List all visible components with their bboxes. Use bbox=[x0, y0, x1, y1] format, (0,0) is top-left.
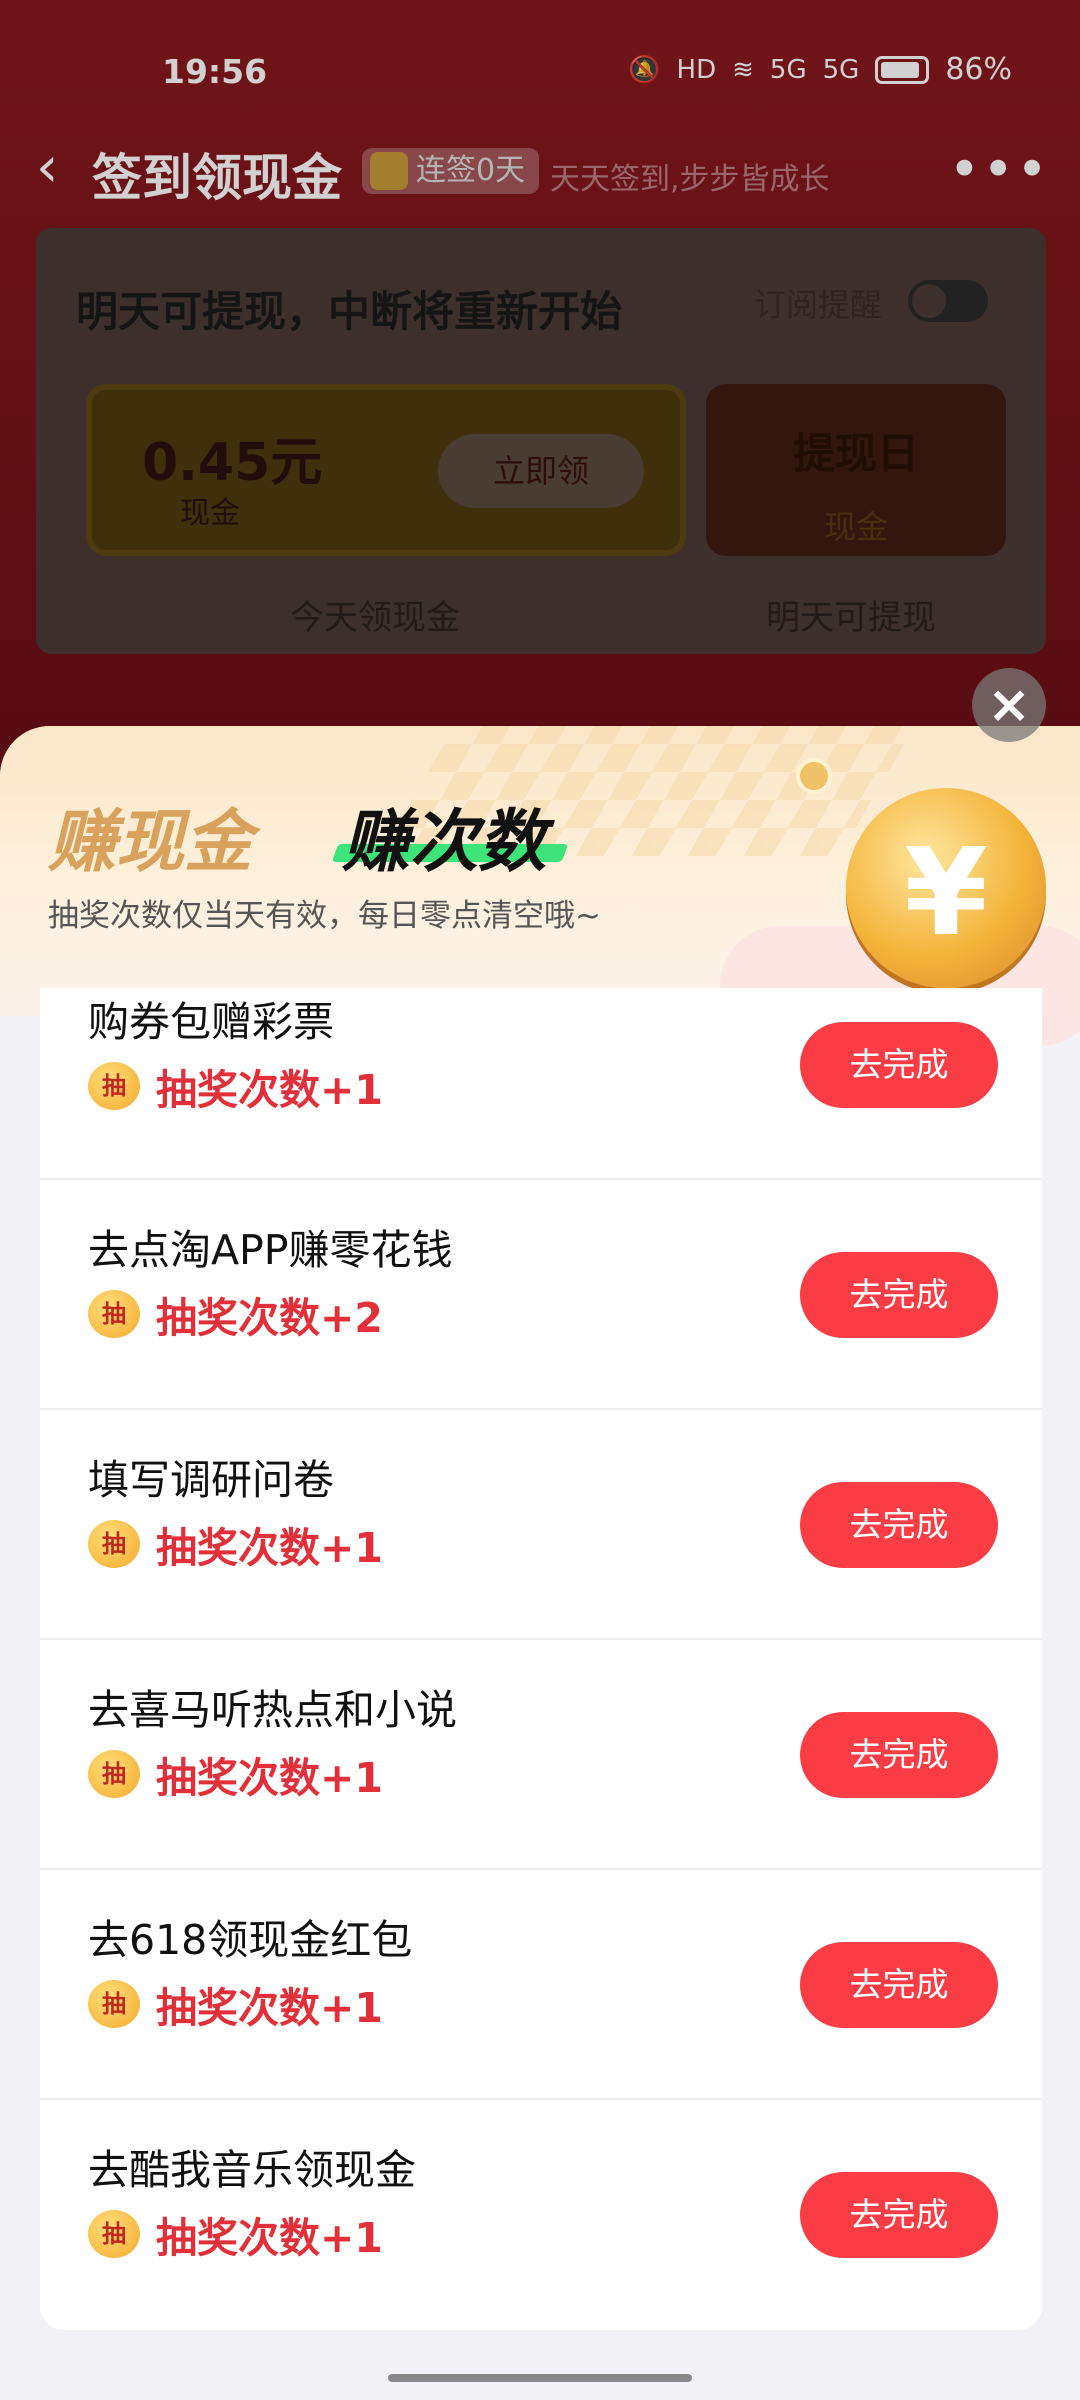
small-coin-icon bbox=[796, 758, 832, 794]
tab-earn-cash[interactable]: 赚现金 bbox=[48, 786, 252, 885]
reward: 抽 抽奖次数+2 bbox=[88, 1288, 383, 1342]
home-indicator[interactable] bbox=[388, 2374, 692, 2382]
task-title: 填写调研问卷 bbox=[88, 1456, 334, 1504]
lottery-icon: 抽 bbox=[88, 1290, 140, 1338]
list-item: 去618领现金红包 抽 抽奖次数+1 去完成 bbox=[40, 1870, 1042, 2100]
list-item: 去点淘APP赚零花钱 抽 抽奖次数+2 去完成 bbox=[40, 1180, 1042, 1410]
reward-text: 抽奖次数+1 bbox=[156, 1066, 383, 1114]
task-list: 购券包赠彩票 抽 抽奖次数+1 去完成 去点淘APP赚零花钱 抽 抽奖次数+2 … bbox=[40, 988, 1042, 2330]
list-item: 去酷我音乐领现金 抽 抽奖次数+1 去完成 bbox=[40, 2100, 1042, 2330]
yuan-symbol: ¥ bbox=[904, 824, 988, 963]
reward-text: 抽奖次数+1 bbox=[156, 1754, 383, 1802]
tab-earn-count[interactable]: 赚次数 bbox=[342, 786, 546, 885]
complete-button[interactable]: 去完成 bbox=[800, 1252, 998, 1338]
reward: 抽 抽奖次数+1 bbox=[88, 1060, 383, 1114]
lottery-icon: 抽 bbox=[88, 1520, 140, 1568]
sheet-header: 赚现金 赚次数 抽奖次数仅当天有效，每日零点清空哦~ ¥ bbox=[0, 726, 1080, 1046]
reward-text: 抽奖次数+1 bbox=[156, 2214, 383, 2262]
list-item: 去喜马听热点和小说 抽 抽奖次数+1 去完成 bbox=[40, 1640, 1042, 1870]
list-item: 填写调研问卷 抽 抽奖次数+1 去完成 bbox=[40, 1410, 1042, 1640]
reward: 抽 抽奖次数+1 bbox=[88, 1978, 383, 2032]
task-title: 去618领现金红包 bbox=[88, 1916, 413, 1964]
lottery-icon: 抽 bbox=[88, 1750, 140, 1798]
complete-button[interactable]: 去完成 bbox=[800, 1712, 998, 1798]
reward-text: 抽奖次数+2 bbox=[156, 1294, 383, 1342]
yuan-coin-icon: ¥ bbox=[846, 788, 1046, 988]
complete-button[interactable]: 去完成 bbox=[800, 2172, 998, 2258]
lottery-icon: 抽 bbox=[88, 2210, 140, 2258]
task-title: 购券包赠彩票 bbox=[88, 998, 334, 1046]
reward: 抽 抽奖次数+1 bbox=[88, 1748, 383, 1802]
complete-button[interactable]: 去完成 bbox=[800, 1022, 998, 1108]
task-title: 去喜马听热点和小说 bbox=[88, 1686, 457, 1734]
reward-text: 抽奖次数+1 bbox=[156, 1984, 383, 2032]
task-title: 去酷我音乐领现金 bbox=[88, 2146, 416, 2194]
complete-button[interactable]: 去完成 bbox=[800, 1482, 998, 1568]
lottery-icon: 抽 bbox=[88, 1980, 140, 2028]
sheet-hint: 抽奖次数仅当天有效，每日零点清空哦~ bbox=[48, 898, 601, 934]
lottery-icon: 抽 bbox=[88, 1062, 140, 1110]
reward-text: 抽奖次数+1 bbox=[156, 1524, 383, 1572]
reward: 抽 抽奖次数+1 bbox=[88, 1518, 383, 1572]
task-title: 去点淘APP赚零花钱 bbox=[88, 1226, 453, 1274]
list-item: 购券包赠彩票 抽 抽奖次数+1 去完成 bbox=[40, 988, 1042, 1180]
close-icon[interactable]: × bbox=[972, 668, 1046, 742]
complete-button[interactable]: 去完成 bbox=[800, 1942, 998, 2028]
reward: 抽 抽奖次数+1 bbox=[88, 2208, 383, 2262]
